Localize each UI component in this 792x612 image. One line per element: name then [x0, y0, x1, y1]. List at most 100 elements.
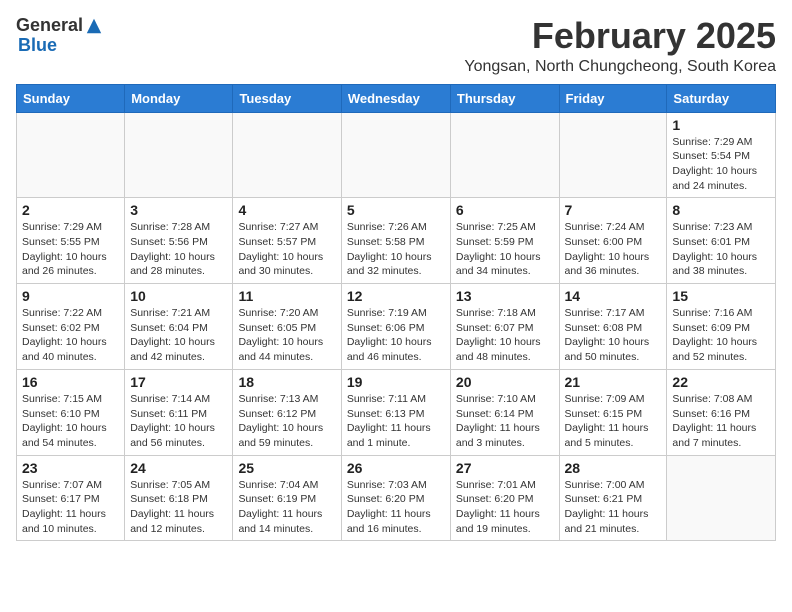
weekday-header: Tuesday	[233, 84, 341, 112]
calendar-cell: 27 Sunrise: 7:01 AMSunset: 6:20 PMDayligh…	[450, 455, 559, 541]
calendar-cell: 18 Sunrise: 7:13 AMSunset: 6:12 PMDayligh…	[233, 369, 341, 455]
weekday-header: Friday	[559, 84, 667, 112]
calendar-cell: 6 Sunrise: 7:25 AMSunset: 5:59 PMDaylight…	[450, 198, 559, 284]
day-info: Sunrise: 7:10 AMSunset: 6:14 PMDaylight:…	[456, 392, 554, 451]
day-number: 25	[238, 460, 335, 476]
day-info: Sunrise: 7:16 AMSunset: 6:09 PMDaylight:…	[672, 306, 770, 365]
calendar-header-row: SundayMondayTuesdayWednesdayThursdayFrid…	[17, 84, 776, 112]
calendar-cell: 14 Sunrise: 7:17 AMSunset: 6:08 PMDayligh…	[559, 284, 667, 370]
logo-blue: Blue	[18, 35, 57, 55]
day-info: Sunrise: 7:20 AMSunset: 6:05 PMDaylight:…	[238, 306, 335, 365]
calendar-cell: 8 Sunrise: 7:23 AMSunset: 6:01 PMDaylight…	[667, 198, 776, 284]
day-info: Sunrise: 7:04 AMSunset: 6:19 PMDaylight:…	[238, 478, 335, 537]
calendar-cell: 20 Sunrise: 7:10 AMSunset: 6:14 PMDayligh…	[450, 369, 559, 455]
day-number: 18	[238, 374, 335, 390]
calendar-week-row: 2Sunrise: 7:29 AMSunset: 5:55 PMDaylight…	[17, 198, 776, 284]
day-number: 20	[456, 374, 554, 390]
calendar-cell	[17, 112, 125, 198]
calendar-cell	[559, 112, 667, 198]
day-number: 27	[456, 460, 554, 476]
calendar-cell: 7 Sunrise: 7:24 AMSunset: 6:00 PMDaylight…	[559, 198, 667, 284]
day-info: Sunrise: 7:01 AMSunset: 6:20 PMDaylight:…	[456, 478, 554, 537]
day-number: 5	[347, 202, 445, 218]
day-info: Sunrise: 7:19 AMSunset: 6:06 PMDaylight:…	[347, 306, 445, 365]
calendar-cell: 23Sunrise: 7:07 AMSunset: 6:17 PMDayligh…	[17, 455, 125, 541]
day-number: 11	[238, 288, 335, 304]
calendar-table: SundayMondayTuesdayWednesdayThursdayFrid…	[16, 84, 776, 542]
weekday-header: Thursday	[450, 84, 559, 112]
day-number: 22	[672, 374, 770, 390]
day-info: Sunrise: 7:22 AMSunset: 6:02 PMDaylight:…	[22, 306, 119, 365]
day-info: Sunrise: 7:27 AMSunset: 5:57 PMDaylight:…	[238, 220, 335, 279]
calendar-week-row: 1 Sunrise: 7:29 AMSunset: 5:54 PMDaylight…	[17, 112, 776, 198]
day-number: 26	[347, 460, 445, 476]
calendar-week-row: 9Sunrise: 7:22 AMSunset: 6:02 PMDaylight…	[17, 284, 776, 370]
calendar-cell: 13 Sunrise: 7:18 AMSunset: 6:07 PMDayligh…	[450, 284, 559, 370]
day-number: 24	[130, 460, 227, 476]
day-info: Sunrise: 7:18 AMSunset: 6:07 PMDaylight:…	[456, 306, 554, 365]
day-number: 23	[22, 460, 119, 476]
day-number: 12	[347, 288, 445, 304]
day-info: Sunrise: 7:21 AMSunset: 6:04 PMDaylight:…	[130, 306, 227, 365]
calendar-week-row: 23Sunrise: 7:07 AMSunset: 6:17 PMDayligh…	[17, 455, 776, 541]
day-info: Sunrise: 7:11 AMSunset: 6:13 PMDaylight:…	[347, 392, 445, 451]
day-number: 6	[456, 202, 554, 218]
day-info: Sunrise: 7:17 AMSunset: 6:08 PMDaylight:…	[565, 306, 662, 365]
day-info: Sunrise: 7:23 AMSunset: 6:01 PMDaylight:…	[672, 220, 770, 279]
day-number: 7	[565, 202, 662, 218]
day-info: Sunrise: 7:15 AMSunset: 6:10 PMDaylight:…	[22, 392, 119, 451]
day-number: 14	[565, 288, 662, 304]
calendar-cell	[125, 112, 233, 198]
logo-general: General	[16, 16, 83, 36]
day-info: Sunrise: 7:29 AMSunset: 5:54 PMDaylight:…	[672, 135, 770, 194]
day-number: 17	[130, 374, 227, 390]
calendar-cell: 22 Sunrise: 7:08 AMSunset: 6:16 PMDayligh…	[667, 369, 776, 455]
title-block: February 2025 Yongsan, North Chungcheong…	[464, 16, 776, 76]
day-info: Sunrise: 7:25 AMSunset: 5:59 PMDaylight:…	[456, 220, 554, 279]
day-info: Sunrise: 7:28 AMSunset: 5:56 PMDaylight:…	[130, 220, 227, 279]
day-number: 8	[672, 202, 770, 218]
calendar-cell: 2Sunrise: 7:29 AMSunset: 5:55 PMDaylight…	[17, 198, 125, 284]
calendar-cell: 25 Sunrise: 7:04 AMSunset: 6:19 PMDayligh…	[233, 455, 341, 541]
calendar-week-row: 16 Sunrise: 7:15 AMSunset: 6:10 PMDayligh…	[17, 369, 776, 455]
day-info: Sunrise: 7:08 AMSunset: 6:16 PMDaylight:…	[672, 392, 770, 451]
calendar-cell	[233, 112, 341, 198]
calendar-cell	[450, 112, 559, 198]
location-title: Yongsan, North Chungcheong, South Korea	[464, 58, 776, 76]
calendar-cell: 4Sunrise: 7:27 AMSunset: 5:57 PMDaylight…	[233, 198, 341, 284]
calendar-cell: 16 Sunrise: 7:15 AMSunset: 6:10 PMDayligh…	[17, 369, 125, 455]
day-number: 1	[672, 117, 770, 133]
calendar-cell: 26 Sunrise: 7:03 AMSunset: 6:20 PMDayligh…	[341, 455, 450, 541]
calendar-cell: 3 Sunrise: 7:28 AMSunset: 5:56 PMDaylight…	[125, 198, 233, 284]
day-info: Sunrise: 7:24 AMSunset: 6:00 PMDaylight:…	[565, 220, 662, 279]
weekday-header: Wednesday	[341, 84, 450, 112]
calendar-cell: 28Sunrise: 7:00 AMSunset: 6:21 PMDayligh…	[559, 455, 667, 541]
day-number: 13	[456, 288, 554, 304]
day-number: 3	[130, 202, 227, 218]
month-title: February 2025	[464, 16, 776, 56]
calendar-cell: 1 Sunrise: 7:29 AMSunset: 5:54 PMDaylight…	[667, 112, 776, 198]
weekday-header: Monday	[125, 84, 233, 112]
page-header: General Blue February 2025 Yongsan, Nort…	[16, 16, 776, 76]
calendar-cell: 9Sunrise: 7:22 AMSunset: 6:02 PMDaylight…	[17, 284, 125, 370]
weekday-header: Saturday	[667, 84, 776, 112]
weekday-header: Sunday	[17, 84, 125, 112]
calendar-cell: 24 Sunrise: 7:05 AMSunset: 6:18 PMDayligh…	[125, 455, 233, 541]
day-info: Sunrise: 7:09 AMSunset: 6:15 PMDaylight:…	[565, 392, 662, 451]
day-info: Sunrise: 7:03 AMSunset: 6:20 PMDaylight:…	[347, 478, 445, 537]
calendar-cell: 11 Sunrise: 7:20 AMSunset: 6:05 PMDayligh…	[233, 284, 341, 370]
day-info: Sunrise: 7:26 AMSunset: 5:58 PMDaylight:…	[347, 220, 445, 279]
calendar-cell	[667, 455, 776, 541]
day-number: 15	[672, 288, 770, 304]
day-info: Sunrise: 7:14 AMSunset: 6:11 PMDaylight:…	[130, 392, 227, 451]
day-number: 16	[22, 374, 119, 390]
day-number: 21	[565, 374, 662, 390]
day-info: Sunrise: 7:05 AMSunset: 6:18 PMDaylight:…	[130, 478, 227, 537]
logo: General Blue	[16, 16, 103, 56]
calendar-cell: 10 Sunrise: 7:21 AMSunset: 6:04 PMDayligh…	[125, 284, 233, 370]
day-number: 19	[347, 374, 445, 390]
day-number: 10	[130, 288, 227, 304]
day-info: Sunrise: 7:00 AMSunset: 6:21 PMDaylight:…	[565, 478, 662, 537]
day-info: Sunrise: 7:13 AMSunset: 6:12 PMDaylight:…	[238, 392, 335, 451]
calendar-cell: 5 Sunrise: 7:26 AMSunset: 5:58 PMDaylight…	[341, 198, 450, 284]
